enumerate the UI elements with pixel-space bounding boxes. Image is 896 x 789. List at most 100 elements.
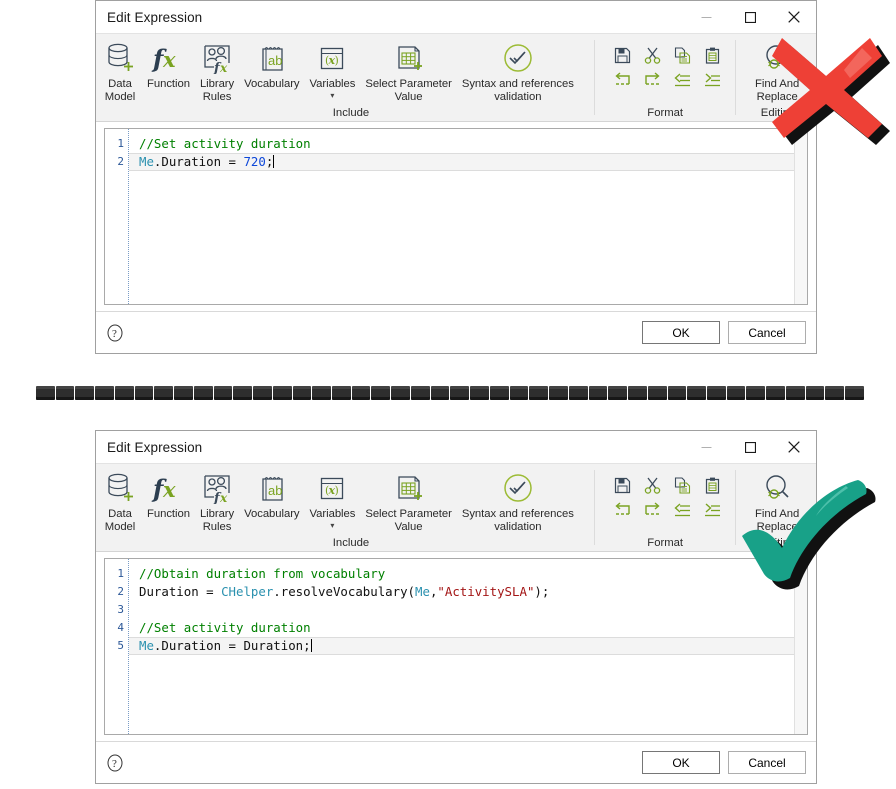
svg-text:x: x — [219, 491, 228, 504]
code-token: .Duration = Duration; — [153, 638, 311, 653]
redo-icon[interactable] — [637, 68, 667, 93]
library-rules-button[interactable]: f x Library Rules — [195, 464, 239, 551]
chevron-down-icon[interactable]: ▾ — [330, 91, 334, 100]
cancel-button[interactable]: Cancel — [728, 321, 806, 344]
coil-segment — [845, 386, 864, 400]
coil-segment — [312, 386, 332, 400]
code-text-area[interactable]: //Set activity duration Me.Duration = 72… — [129, 129, 794, 304]
maximize-icon[interactable] — [728, 431, 772, 463]
coil-segment — [410, 386, 430, 400]
syntax-validation-button[interactable]: Syntax and references validation — [457, 34, 579, 121]
code-line[interactable]: Me.Duration = Duration; — [129, 637, 794, 655]
library-rules-button[interactable]: f x Library Rules — [195, 34, 239, 121]
coil-segment — [450, 386, 470, 400]
coil-segment — [391, 386, 410, 400]
vocabulary-button[interactable]: ab Vocabulary — [239, 464, 304, 551]
data-model-button[interactable]: Data Model — [98, 464, 142, 551]
function-button[interactable]: f x Function — [142, 464, 195, 551]
minimize-icon[interactable] — [684, 431, 728, 463]
function-label: Function — [147, 78, 190, 90]
syntax-validation-button[interactable]: Syntax and references validation — [457, 464, 579, 551]
ribbon-group-format: Format — [599, 464, 731, 551]
coil-segment — [351, 386, 371, 400]
coil-segment — [114, 386, 134, 400]
code-line[interactable]: Duration = CHelper.resolveVocabulary(Me,… — [129, 583, 794, 601]
code-editor[interactable]: 1 2 3 4 5 //Obtain duration from vocabul… — [104, 558, 808, 735]
data-model-label: Data Model — [104, 508, 136, 533]
function-fx-icon: f x — [151, 40, 185, 74]
ribbon-toolbar[interactable]: Data Model f x Function f x Library Rule… — [96, 464, 816, 552]
coil-segment — [253, 386, 272, 400]
paste-icon[interactable] — [697, 43, 727, 68]
data-model-button[interactable]: Data Model — [98, 34, 142, 121]
ribbon-group-editing: Find And Replace Editing — [740, 34, 816, 121]
close-icon[interactable] — [772, 1, 816, 33]
chevron-down-icon[interactable]: ▾ — [330, 521, 334, 530]
ribbon-toolbar[interactable]: Data Model f x Function f x Library Rule… — [96, 34, 816, 122]
svg-text:?: ? — [112, 328, 117, 340]
code-editor[interactable]: 1 2 //Set activity duration Me.Duration … — [104, 128, 808, 305]
redo-icon[interactable] — [637, 498, 667, 523]
copy-icon[interactable] — [667, 43, 697, 68]
coil-segment — [687, 386, 706, 400]
editor-scrollbar[interactable] — [794, 129, 807, 304]
cancel-button[interactable]: Cancel — [728, 751, 806, 774]
undo-icon[interactable] — [607, 68, 637, 93]
select-parameter-icon — [393, 40, 425, 74]
library-rules-label: Library Rules — [199, 78, 235, 103]
undo-icon[interactable] — [607, 498, 637, 523]
code-token: //Obtain duration from vocabulary — [139, 566, 386, 581]
coil-segment — [785, 386, 805, 400]
text-caret — [310, 639, 312, 652]
coil-segment — [213, 386, 233, 400]
code-line[interactable]: Me.Duration = 720; — [129, 153, 794, 171]
editor-scrollbar[interactable] — [794, 559, 807, 734]
code-line[interactable] — [129, 601, 794, 619]
code-token: ; — [265, 154, 274, 169]
paste-icon[interactable] — [697, 473, 727, 498]
coil-segment — [766, 386, 785, 400]
help-icon[interactable]: ? — [106, 324, 124, 342]
function-button[interactable]: f x Function — [142, 34, 195, 121]
minimize-icon[interactable] — [684, 1, 728, 33]
variables-label: Variables — [309, 508, 356, 520]
code-line[interactable]: //Set activity duration — [129, 135, 794, 153]
cut-icon[interactable] — [637, 43, 667, 68]
syntax-validation-label: Syntax and references validation — [461, 508, 574, 533]
svg-text:ab: ab — [268, 53, 282, 68]
ok-button[interactable]: OK — [642, 751, 720, 774]
ok-button[interactable]: OK — [642, 321, 720, 344]
indent-icon[interactable] — [697, 68, 727, 93]
select-parameter-value-label: Select Parameter Value — [365, 508, 452, 533]
help-icon[interactable]: ? — [106, 754, 124, 772]
outdent-icon[interactable] — [667, 498, 697, 523]
save-icon[interactable] — [607, 473, 637, 498]
edit-expression-dialog-1[interactable]: Edit Expression Data Model f x Function … — [95, 0, 817, 354]
indent-icon[interactable] — [697, 498, 727, 523]
code-line[interactable]: //Set activity duration — [129, 619, 794, 637]
code-token: Duration = — [139, 584, 222, 599]
cut-icon[interactable] — [637, 473, 667, 498]
title-bar[interactable]: Edit Expression — [96, 431, 816, 464]
title-bar[interactable]: Edit Expression — [96, 1, 816, 34]
edit-expression-dialog-2[interactable]: Edit Expression Data Model f x Function … — [95, 430, 817, 784]
copy-icon[interactable] — [667, 473, 697, 498]
data-model-icon — [105, 470, 135, 504]
coil-segment — [667, 386, 687, 400]
code-token: .Duration = — [153, 154, 244, 169]
coil-segment — [332, 386, 351, 400]
coil-segment — [509, 386, 529, 400]
outdent-icon[interactable] — [667, 68, 697, 93]
save-icon[interactable] — [607, 43, 637, 68]
format-group-caption: Format — [647, 107, 684, 119]
code-text-area[interactable]: //Obtain duration from vocabulary Durati… — [129, 559, 794, 734]
maximize-icon[interactable] — [728, 1, 772, 33]
vocabulary-button[interactable]: ab Vocabulary — [239, 34, 304, 121]
close-icon[interactable] — [772, 431, 816, 463]
format-group-caption: Format — [647, 537, 684, 549]
syntax-validation-icon — [501, 40, 535, 74]
code-line[interactable]: //Obtain duration from vocabulary — [129, 565, 794, 583]
svg-text:?: ? — [112, 758, 117, 770]
svg-text:): ) — [335, 54, 339, 67]
data-model-icon — [105, 40, 135, 74]
